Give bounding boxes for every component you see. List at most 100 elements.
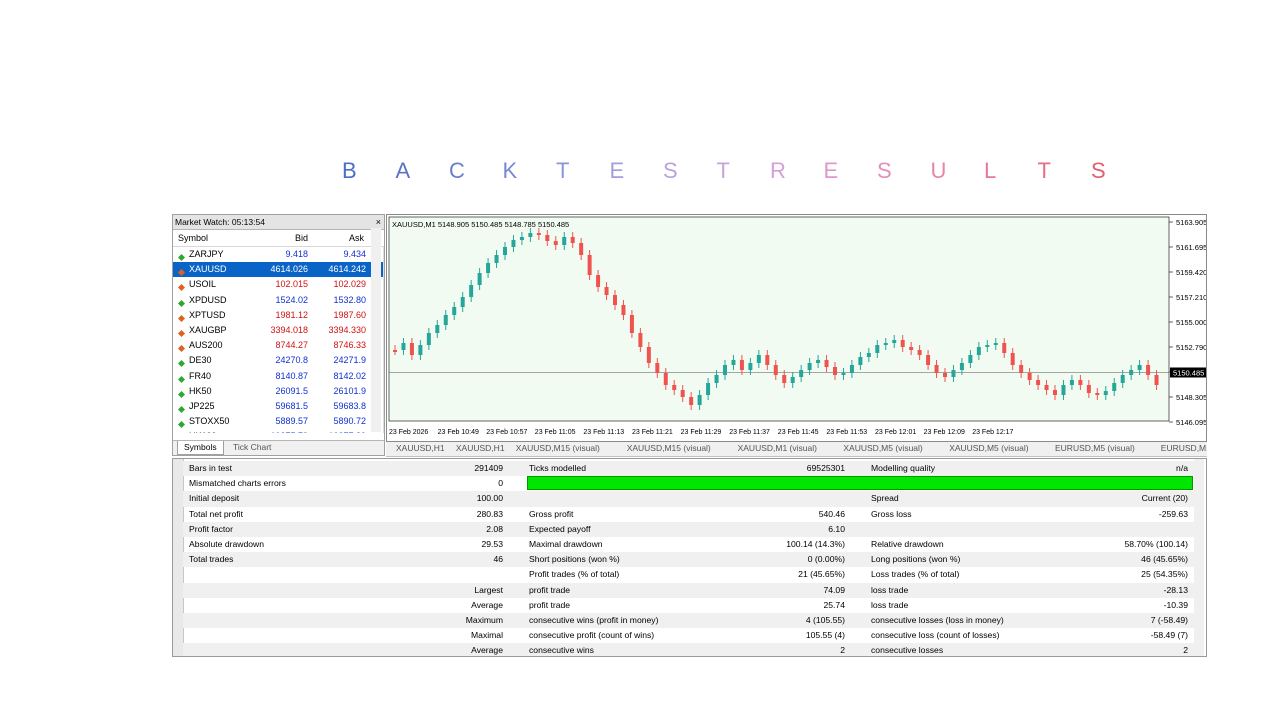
chart-tab[interactable]: XAUUSD,H1 [456, 443, 505, 453]
candle-body [435, 325, 440, 333]
report-v2: 21 (45.65%) [798, 569, 845, 580]
candle-body [1103, 391, 1108, 395]
candle-body [638, 333, 643, 347]
market-watch-row[interactable]: XPDUSD 1524.02 1532.80 [173, 293, 383, 308]
row-ask: 1987.60 [333, 309, 366, 320]
row-ask: 26101.9 [333, 385, 366, 396]
report-c1: Profit factor [189, 523, 233, 534]
candle-body [646, 347, 651, 363]
time-label: 23 Feb 10:57 [486, 429, 527, 436]
candle-body [494, 255, 499, 263]
candle-body [985, 345, 990, 347]
candlestick-chart[interactable]: 5163.905 5161.695 5159.420 5157.210 5155.000… [387, 215, 1207, 441]
candle-body [875, 345, 880, 353]
candle-body [824, 360, 829, 367]
report-c2: Maximal drawdown [529, 539, 603, 549]
report-v1: 46 [493, 554, 503, 565]
tab-tick-chart[interactable]: Tick Chart [227, 441, 277, 454]
report-v1: 291409 [474, 463, 503, 473]
chart-tab[interactable]: XAUUSD,M1 (visual) [738, 443, 817, 453]
candle-body [833, 367, 837, 375]
market-watch-row[interactable]: ZARJPY 9.418 9.434 [173, 247, 383, 262]
report-c2: Expected payoff [529, 523, 591, 534]
candle-body [393, 350, 397, 352]
candle-body [926, 355, 931, 365]
row-ask: 4614.242 [328, 264, 366, 275]
title-letter: S [663, 158, 678, 183]
report-v3: 25 (54.35%) [1141, 569, 1188, 580]
report-c2: Short positions (won %) [529, 554, 620, 565]
candle-body [807, 363, 812, 370]
market-watch-panel: Market Watch: 05:13:54 × Symbol Bid Ask … [172, 214, 385, 456]
chart-tab[interactable]: XAUUSD,M15 (visual) [627, 443, 711, 453]
report-c3: Relative drawdown [871, 539, 944, 549]
chart-tab[interactable]: XAUUSD,M5 (visual) [843, 443, 922, 453]
candle-body [613, 295, 617, 305]
chart-tab[interactable]: XAUUSD,H1 [396, 443, 445, 453]
modelling-quality-bar [527, 476, 1193, 490]
tab-symbols[interactable]: Symbols [177, 441, 224, 455]
report-v3: -10.39 [1163, 599, 1188, 610]
chart-tab[interactable]: EURUSD,M15 (visual) [1161, 443, 1207, 453]
row-bid: 26091.5 [275, 385, 308, 396]
time-label: 23 Feb 11:13 [583, 429, 624, 436]
report-c3: loss trade [871, 584, 909, 595]
market-watch-row[interactable]: UK100 10375.79 10377.89 [173, 429, 383, 433]
candle-body [553, 241, 558, 245]
chart-tab[interactable]: XAUUSD,M15 (visual) [516, 443, 600, 453]
candle-body [1137, 365, 1142, 370]
candle-body [689, 397, 694, 405]
market-watch-row[interactable]: STOXX50 5889.57 5890.72 [173, 414, 383, 429]
candle-body [892, 340, 897, 343]
row-ask: 102.029 [333, 279, 366, 290]
candle-body [1027, 373, 1032, 380]
market-watch-row[interactable]: USOIL 102.015 102.029 [173, 277, 383, 292]
row-bid: 1524.02 [275, 294, 308, 305]
report-v2: 6.10 [828, 523, 845, 534]
symbol-icon [178, 357, 185, 368]
column-symbol[interactable]: Symbol [178, 230, 208, 246]
title-letter: E [823, 158, 839, 183]
candle-body [1129, 370, 1134, 375]
market-watch-columns: Symbol Bid Ask [173, 230, 384, 247]
market-watch-row[interactable]: FR40 8140.87 8142.02 [173, 369, 383, 384]
market-watch-row[interactable]: JP225 59681.5 59683.8 [173, 399, 383, 414]
candle-body [765, 355, 770, 365]
report-c3: Long positions (won %) [871, 554, 961, 565]
column-bid[interactable]: Bid [295, 230, 308, 246]
chart-tab[interactable]: XAUUSD,M5 (visual) [949, 443, 1028, 453]
market-watch-row[interactable]: AUS200 8744.27 8746.33 [173, 338, 383, 353]
report-v3: -28.13 [1163, 584, 1188, 595]
report-c2: Gross profit [529, 508, 574, 519]
candle-body [426, 333, 431, 345]
candle-body [934, 365, 939, 373]
report-v2: 74.09 [823, 584, 845, 595]
market-watch-row[interactable]: XAUGBP 3394.018 3394.330 [173, 323, 383, 338]
market-watch-row[interactable]: HK50 26091.5 26101.9 [173, 384, 383, 399]
time-label: 23 Feb 11:45 [778, 429, 819, 436]
market-watch-row[interactable]: DE30 24270.8 24271.9 [173, 353, 383, 368]
candle-body [1044, 385, 1049, 390]
symbol-icon [178, 297, 185, 307]
candle-body [866, 353, 871, 357]
market-watch-row[interactable]: XPTUSD 1981.12 1987.60 [173, 308, 383, 323]
candle-body [697, 395, 702, 405]
candle-body [477, 273, 482, 285]
market-watch-row[interactable]: XAUUSD 4614.026 4614.242 [173, 262, 383, 278]
candle-body [858, 357, 863, 365]
candle-body [714, 375, 719, 383]
market-watch-scrollbar[interactable] [371, 228, 381, 432]
candle-body [739, 360, 744, 370]
price-chart[interactable]: 5163.905 5161.695 5159.420 5157.210 5155.000… [386, 214, 1207, 442]
row-bid: 5889.57 [275, 416, 308, 427]
report-v1: 280.83 [476, 508, 503, 519]
report-row: Profit factor 2.08 Expected payoff 6.10 [183, 521, 1194, 537]
report-scrollbar[interactable] [1194, 459, 1204, 656]
close-icon[interactable]: × [376, 215, 381, 229]
candle-body [790, 377, 795, 383]
candle-body [900, 340, 905, 347]
row-symbol: HK50 [189, 385, 212, 396]
chart-tab[interactable]: EURUSD,M5 (visual) [1055, 443, 1135, 453]
row-ask: 10377.89 [328, 429, 366, 433]
column-ask[interactable]: Ask [349, 230, 364, 246]
